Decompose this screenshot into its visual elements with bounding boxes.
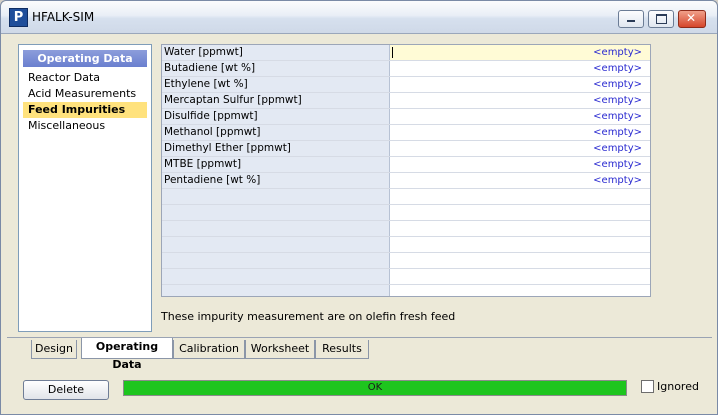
value-cell[interactable]: <empty>	[390, 109, 650, 124]
value-cell[interactable]: <empty>	[390, 45, 650, 60]
tab-bar: Design Operating Data Calibration Worksh…	[7, 337, 712, 371]
value-cell[interactable]: <empty>	[390, 173, 650, 188]
window-title: HFALK-SIM	[32, 10, 95, 24]
tab-worksheet[interactable]: Worksheet	[245, 340, 315, 359]
grid-row: MTBE [ppmwt] <empty>	[162, 157, 650, 173]
grid-row-empty	[162, 221, 650, 237]
minimize-icon	[627, 20, 635, 22]
delete-button[interactable]: Delete	[23, 380, 109, 400]
maximize-icon	[656, 14, 667, 24]
grid-row: Dimethyl Ether [ppmwt] <empty>	[162, 141, 650, 157]
grid-row-empty	[162, 269, 650, 285]
row-label: Disulfide [ppmwt]	[162, 109, 390, 124]
grid-row-empty	[162, 189, 650, 205]
tab-operating-data[interactable]: Operating Data	[81, 338, 173, 371]
value-cell[interactable]: <empty>	[390, 141, 650, 156]
tab-results[interactable]: Results	[315, 340, 369, 359]
value-text: <empty>	[593, 47, 642, 58]
grid-row: Water [ppmwt] <empty>	[162, 45, 650, 61]
nav-item-feed-impurities[interactable]: Feed Impurities	[23, 102, 147, 118]
row-label: Dimethyl Ether [ppmwt]	[162, 141, 390, 156]
value-cell[interactable]: <empty>	[390, 157, 650, 172]
nav-item-acid-measurements[interactable]: Acid Measurements	[23, 86, 147, 102]
value-cell[interactable]: <empty>	[390, 93, 650, 108]
app-icon[interactable]: P	[9, 8, 28, 27]
status-bar: OK	[123, 380, 627, 396]
grid-row: Disulfide [ppmwt] <empty>	[162, 109, 650, 125]
tab-design[interactable]: Design	[31, 340, 77, 359]
maximize-button[interactable]	[648, 10, 674, 28]
ignored-checkbox[interactable]	[641, 380, 654, 393]
grid-row-empty	[162, 205, 650, 221]
grid-row-empty	[162, 253, 650, 269]
text-cursor	[392, 47, 393, 58]
nav-item-miscellaneous[interactable]: Miscellaneous	[23, 118, 147, 134]
grid-row: Butadiene [wt %] <empty>	[162, 61, 650, 77]
close-button[interactable]: ✕	[678, 10, 706, 28]
grid-row-empty	[162, 237, 650, 253]
row-label: Mercaptan Sulfur [ppmwt]	[162, 93, 390, 108]
value-cell[interactable]: <empty>	[390, 125, 650, 140]
feed-note: These impurity measurement are on olefin…	[161, 310, 456, 323]
row-label: Pentadiene [wt %]	[162, 173, 390, 188]
app-window: P HFALK-SIM ✕ Operating Data Reactor Dat…	[0, 0, 718, 415]
grid-row: Ethylene [wt %] <empty>	[162, 77, 650, 93]
grid-row: Mercaptan Sulfur [ppmwt] <empty>	[162, 93, 650, 109]
nav-item-reactor-data[interactable]: Reactor Data	[23, 70, 147, 86]
grid-row: Methanol [ppmwt] <empty>	[162, 125, 650, 141]
row-label: Water [ppmwt]	[162, 45, 390, 60]
grid-row-empty	[162, 285, 650, 296]
title-bar[interactable]: P HFALK-SIM ✕	[1, 1, 717, 34]
row-label: Ethylene [wt %]	[162, 77, 390, 92]
row-label: Butadiene [wt %]	[162, 61, 390, 76]
row-label: MTBE [ppmwt]	[162, 157, 390, 172]
tab-calibration[interactable]: Calibration	[173, 340, 245, 359]
row-label: Methanol [ppmwt]	[162, 125, 390, 140]
nav-header: Operating Data	[23, 50, 147, 67]
value-cell[interactable]: <empty>	[390, 77, 650, 92]
impurities-grid: Water [ppmwt] <empty> Butadiene [wt %] <…	[161, 44, 651, 297]
operating-data-nav: Operating Data Reactor Data Acid Measure…	[18, 44, 152, 332]
close-icon: ✕	[686, 11, 697, 25]
ignored-label[interactable]: Ignored	[657, 380, 699, 393]
minimize-button[interactable]	[618, 10, 644, 28]
grid-row: Pentadiene [wt %] <empty>	[162, 173, 650, 189]
value-cell[interactable]: <empty>	[390, 61, 650, 76]
client-area: Operating Data Reactor Data Acid Measure…	[7, 34, 712, 411]
